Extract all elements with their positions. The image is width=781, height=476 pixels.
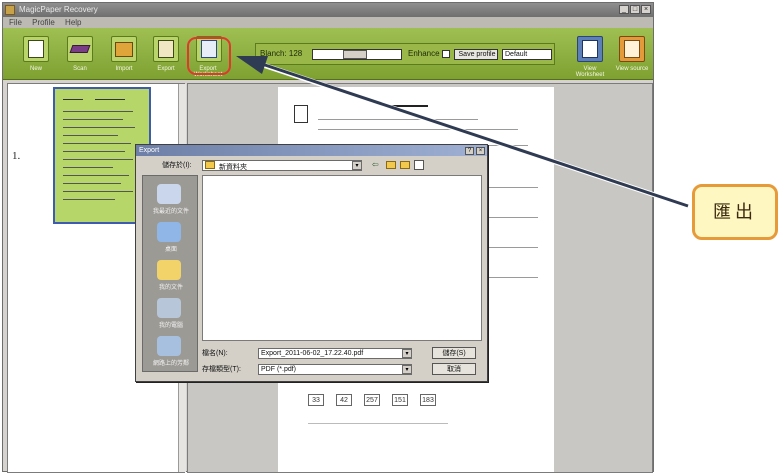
callout-box: 匯出 xyxy=(692,184,778,240)
arrow-head xyxy=(236,56,268,74)
arrow-shaft xyxy=(261,62,689,208)
annotation-arrow xyxy=(236,56,689,209)
